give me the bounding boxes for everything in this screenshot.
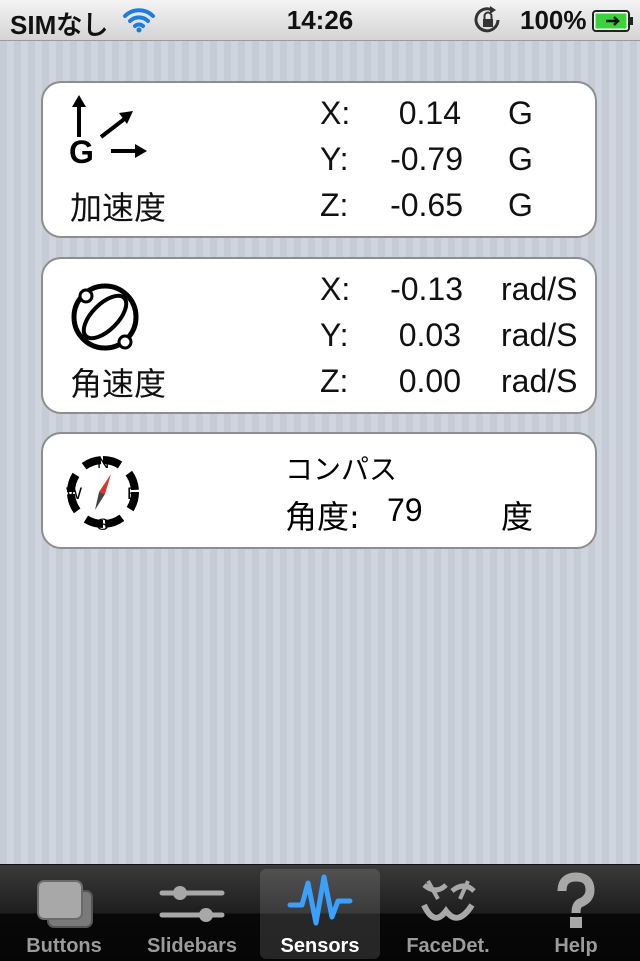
axis-label: Y: [320,317,349,353]
angle-label: 角度: [285,498,360,536]
rotation-lock-icon [472,5,504,40]
tab-label: FaceDet. [406,935,490,957]
tab-label: Help [554,935,598,957]
tab-facedet[interactable]: FaceDet. [384,865,512,961]
svg-text:N: N [97,453,109,472]
unit-label: rad/S [501,363,578,399]
unit-label: G [508,187,533,223]
gyro-y-value: 0.03 [398,317,461,353]
gyro-z-value: 0.00 [398,363,461,399]
axis-label: X: [320,271,351,307]
compass-icon: N E S W [65,452,141,536]
buttons-icon [0,871,128,931]
compass-angle-row: 角度: 79 度 [285,492,585,536]
tab-label: Sensors [280,935,360,957]
unit-label: G [508,95,533,131]
svg-text:W: W [66,484,82,503]
compass-title: コンパス [285,453,398,486]
compass-card: N E S W コンパス 角度: 79 度 [41,432,597,549]
tab-bar: Buttons Slidebars Sensors FaceDet. Help [0,864,640,961]
axis-label: Y: [320,141,349,177]
angle-value: 79 [387,492,423,528]
gyro-row-x: X: -0.13 rad/S [43,271,599,317]
accel-z-value: -0.65 [390,187,463,223]
battery-icon [592,10,634,37]
axis-label: X: [320,95,351,131]
face-detection-icon [384,871,512,931]
status-bar: SIMなし 14:26 100% [0,0,640,41]
tab-label: Buttons [26,935,102,957]
accelerometer-card: G 加速度 X: 0.14 G Y: -0.79 G Z: -0.65 G [41,81,597,238]
accel-row-y: Y: -0.79 G [43,141,599,187]
help-icon [512,871,640,931]
gyro-row-z: Z: 0.00 rad/S [43,363,599,409]
tab-buttons[interactable]: Buttons [0,865,128,961]
axis-label: Z: [320,363,349,399]
slidebars-icon [128,871,256,931]
gyro-row-y: Y: 0.03 rad/S [43,317,599,363]
tab-slidebars[interactable]: Slidebars [128,865,256,961]
unit-label: G [508,141,533,177]
accel-y-value: -0.79 [390,141,463,177]
sensors-icon [256,871,384,931]
svg-text:S: S [97,515,108,532]
gyro-x-value: -0.13 [390,271,463,307]
accel-row-z: Z: -0.65 G [43,187,599,233]
accel-x-value: 0.14 [398,95,461,131]
svg-text:E: E [127,484,138,503]
axis-label: Z: [320,187,349,223]
unit-label: rad/S [501,271,578,307]
tab-sensors[interactable]: Sensors [256,865,384,961]
tab-help[interactable]: Help [512,865,640,961]
gyroscope-card: 角速度 X: -0.13 rad/S Y: 0.03 rad/S Z: 0.00… [41,257,597,414]
unit-label: rad/S [501,317,578,353]
accel-row-x: X: 0.14 G [43,95,599,141]
angle-unit: 度 [501,498,534,536]
battery-percent: 100% [520,5,587,35]
tab-label: Slidebars [146,935,238,957]
